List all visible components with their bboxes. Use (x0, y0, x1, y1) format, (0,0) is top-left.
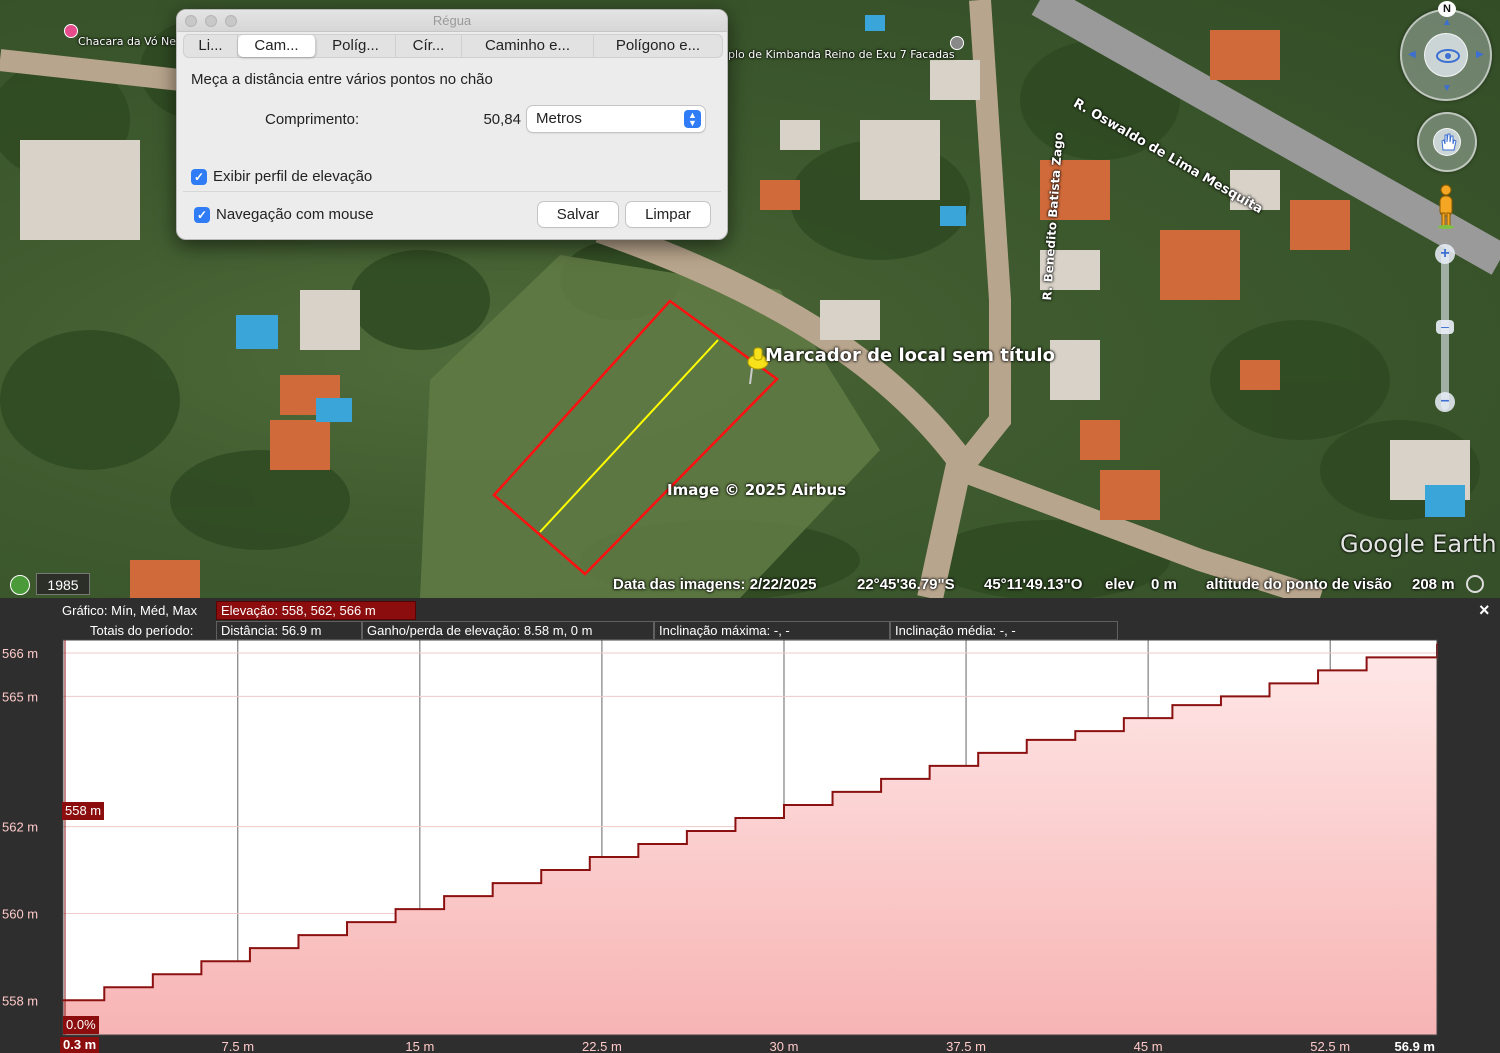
elevation-point (394, 908, 397, 910)
elevation-point (1317, 669, 1319, 672)
elevation-point (1268, 682, 1271, 685)
y-tick-label: 562 m (2, 820, 38, 835)
x-tick-label: 52.5 m (1310, 1039, 1350, 1053)
elevation-point (880, 778, 882, 780)
x-tick-label: 30 m (770, 1039, 799, 1053)
elevation-point (1171, 704, 1174, 706)
elevation-point (297, 934, 300, 936)
elevation-point (249, 947, 251, 949)
elevation-point (977, 752, 979, 754)
elevation-point (491, 882, 494, 884)
elevation-point (1220, 695, 1222, 698)
y-tick-label: 558 m (2, 993, 38, 1008)
y-tick-label: 566 m (2, 646, 38, 661)
cursor-distance-label: 0.3 m (60, 1037, 100, 1053)
elevation-point (200, 960, 203, 963)
elevation-point (783, 804, 785, 806)
elevation-point (62, 999, 64, 1002)
elevation-point (1436, 643, 1438, 646)
y-tick-label: 565 m (2, 689, 38, 704)
elevation-point (588, 856, 591, 858)
x-tick-label: 37.5 m (946, 1039, 986, 1053)
elevation-point (540, 869, 543, 871)
elevation-point (346, 921, 348, 923)
y-tick-label: 560 m (2, 906, 38, 921)
elevation-point (1365, 656, 1368, 659)
x-tick-label: 22.5 m (582, 1039, 622, 1053)
elevation-point (443, 895, 445, 897)
elevation-point (831, 791, 834, 793)
elevation-point (152, 973, 154, 976)
google-earth-window: Marcador de local sem título Chacara da … (0, 0, 1500, 1053)
elevation-point (734, 817, 737, 819)
elevation-chart[interactable]: 7.5 m 15 m 22.5 m 30 m 37.5 m 45 m 52.5 m 56.9 … (0, 0, 1500, 1053)
cursor-elevation-label: 558 m (62, 802, 105, 820)
x-tick-label: 45 m (1134, 1039, 1163, 1053)
elevation-point (1025, 739, 1028, 741)
elevation-point (1074, 730, 1077, 732)
x-tick-label: 56.9 m (1395, 1039, 1435, 1053)
elevation-point (103, 986, 106, 989)
elevation-point (686, 830, 688, 832)
x-tick-label: 7.5 m (222, 1039, 255, 1053)
elevation-point (637, 843, 640, 845)
cursor-slope-label: 0.0% (63, 1016, 99, 1034)
elevation-point (1123, 717, 1125, 719)
elevation-point (928, 765, 931, 767)
x-tick-label: 15 m (405, 1039, 434, 1053)
